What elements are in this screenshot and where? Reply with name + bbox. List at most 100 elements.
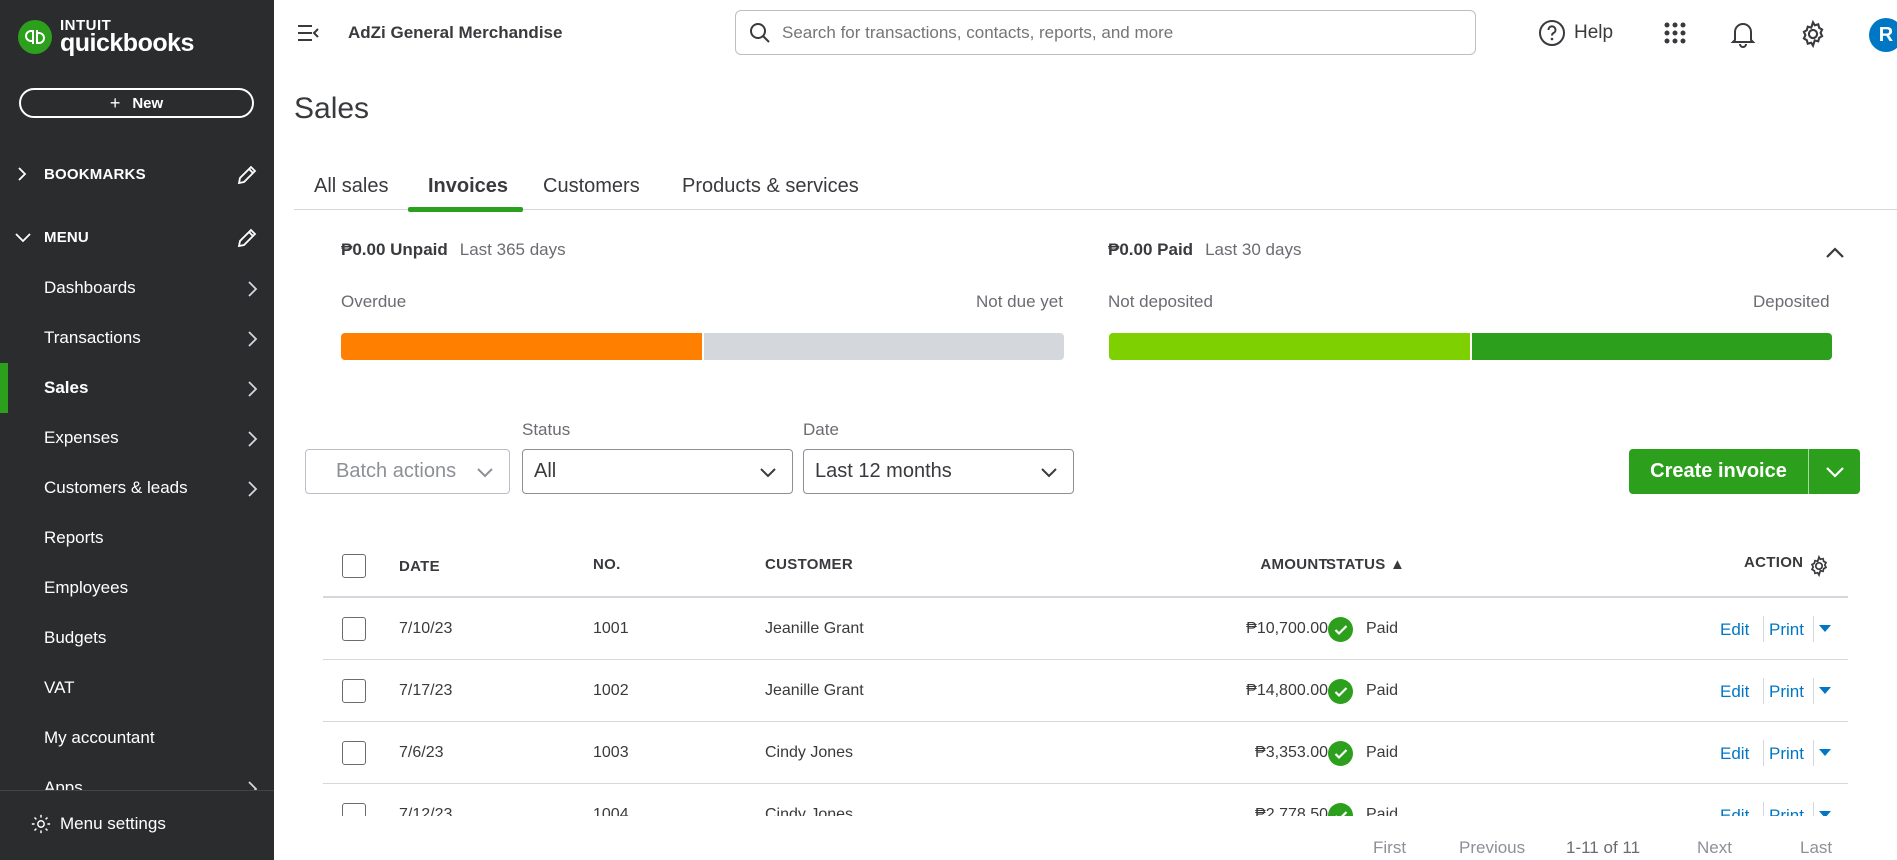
pagination-previous[interactable]: Previous [1459, 838, 1525, 858]
invoice-date: 7/10/23 [399, 620, 453, 637]
tab-invoices[interactable]: Invoices [428, 175, 508, 198]
sidebar-item-reports[interactable]: Reports [0, 513, 274, 563]
pagination-count: 1-11 of 11 [1566, 838, 1641, 857]
status-filter-select[interactable]: All [522, 449, 793, 494]
unpaid-bar[interactable] [341, 333, 1064, 360]
paid-period: Last 30 days [1205, 240, 1302, 259]
batch-actions-label: Batch actions [336, 460, 457, 482]
paid-check-icon [1328, 679, 1353, 704]
paid-check-icon [1328, 803, 1353, 816]
action-divider [1813, 616, 1814, 642]
paid-check-icon [1328, 741, 1353, 766]
row-actions-caret-icon[interactable] [1819, 749, 1831, 757]
bell-icon[interactable] [1730, 20, 1756, 48]
invoice-number: 1004 [593, 806, 629, 816]
app-root: INTUIT quickbooks + New BOOKMARKS MENU D… [0, 0, 1897, 860]
row-actions-caret-icon[interactable] [1819, 625, 1831, 633]
sidebar-item-transactions[interactable]: Transactions [0, 313, 274, 363]
bookmarks-section[interactable]: BOOKMARKS [0, 154, 274, 194]
chevron-right-icon [248, 281, 258, 297]
overdue-label: Overdue [341, 292, 407, 311]
sidebar-item-my-accountant[interactable]: My accountant [0, 713, 274, 763]
row-checkbox[interactable] [342, 803, 366, 816]
create-invoice-split-button: Create invoice [1629, 449, 1860, 494]
search-bar[interactable] [735, 10, 1476, 55]
create-invoice-dropdown[interactable] [1809, 464, 1860, 480]
chevron-down-icon [15, 233, 31, 243]
edit-link[interactable]: Edit [1720, 682, 1749, 702]
sidebar-item-employees[interactable]: Employees [0, 563, 274, 613]
bookmarks-label: BOOKMARKS [44, 165, 146, 183]
table-row[interactable]: 7/10/23 1001 Jeanille Grant ₱10,700.00 Paid E… [323, 598, 1848, 660]
paid-summary: ₱0.00 Paid Last 30 days [1108, 240, 1301, 260]
overdue-bar-segment[interactable] [341, 333, 702, 360]
sidebar-item-label: Customers & leads [44, 478, 188, 497]
tab-products-services[interactable]: Products & services [682, 175, 859, 198]
settings-gear-icon[interactable] [1799, 20, 1827, 48]
pagination-next[interactable]: Next [1697, 838, 1732, 858]
chevron-down-icon [760, 468, 776, 478]
row-checkbox[interactable] [342, 741, 366, 765]
tab-all-sales[interactable]: All sales [314, 175, 388, 198]
date-filter-value: Last 12 months [815, 460, 952, 482]
edit-bookmarks-pencil-icon[interactable] [236, 164, 258, 186]
batch-actions-dropdown[interactable]: Batch actions [305, 449, 510, 494]
print-link[interactable]: Print [1769, 806, 1804, 816]
sidebar-item-label: Budgets [44, 628, 107, 647]
edit-menu-pencil-icon[interactable] [236, 227, 258, 249]
menu-section[interactable]: MENU [0, 217, 274, 257]
row-checkbox[interactable] [342, 679, 366, 703]
sidebar-item-customers-leads[interactable]: Customers & leads [0, 463, 274, 513]
sales-tabs: All sales Invoices Customers Products & … [294, 170, 1897, 210]
chevron-up-icon[interactable] [1824, 242, 1846, 264]
not-due-bar-segment[interactable] [704, 333, 1064, 360]
paid-bar[interactable] [1109, 333, 1832, 360]
invoice-table-body: 7/10/23 1001 Jeanille Grant ₱10,700.00 Paid E… [274, 530, 1897, 816]
apps-grid-icon[interactable] [1662, 20, 1688, 46]
page-title: Sales [294, 92, 370, 125]
chevron-right-icon [248, 381, 258, 397]
print-link[interactable]: Print [1769, 620, 1804, 640]
edit-link[interactable]: Edit [1720, 806, 1749, 816]
create-invoice-button[interactable]: Create invoice [1629, 460, 1808, 483]
sidebar-item-dashboards[interactable]: Dashboards [0, 263, 274, 313]
sidebar-item-expenses[interactable]: Expenses [0, 413, 274, 463]
collapse-menu-icon[interactable] [296, 22, 320, 44]
row-actions-caret-icon[interactable] [1819, 687, 1831, 695]
sidebar-item-label: Dashboards [44, 278, 136, 297]
edit-link[interactable]: Edit [1720, 744, 1749, 764]
qb-logo-icon [18, 20, 52, 54]
action-divider [1813, 802, 1814, 816]
help-button[interactable]: Help [1538, 19, 1613, 47]
table-row[interactable]: 7/12/23 1004 Cindy Jones ₱2,778.50 Paid Edit P… [323, 784, 1848, 816]
quickbooks-logo[interactable]: INTUIT quickbooks [18, 18, 194, 56]
row-checkbox[interactable] [342, 617, 366, 641]
menu-settings-label: Menu settings [60, 814, 166, 833]
edit-link[interactable]: Edit [1720, 620, 1749, 640]
tab-customers[interactable]: Customers [543, 175, 640, 198]
new-button[interactable]: + New [19, 88, 254, 118]
sidebar-item-sales[interactable]: Sales [0, 363, 274, 413]
search-input[interactable] [782, 22, 1442, 43]
user-avatar[interactable]: R [1869, 18, 1897, 52]
help-label: Help [1574, 22, 1614, 43]
search-icon [750, 22, 770, 43]
row-actions-caret-icon[interactable] [1819, 811, 1831, 816]
deposited-bar-segment[interactable] [1472, 333, 1832, 360]
not-deposited-bar-segment[interactable] [1109, 333, 1470, 360]
menu-settings-button[interactable]: Menu settings [30, 813, 166, 835]
table-row[interactable]: 7/6/23 1003 Cindy Jones ₱3,353.00 Paid Edit Pr… [323, 722, 1848, 784]
pagination-first[interactable]: First [1373, 838, 1406, 858]
chevron-right-icon [18, 167, 27, 181]
invoice-customer: Jeanille Grant [765, 682, 864, 699]
table-row[interactable]: 7/17/23 1002 Jeanille Grant ₱14,800.00 Paid E… [323, 660, 1848, 722]
date-filter-select[interactable]: Last 12 months [803, 449, 1074, 494]
pagination-last[interactable]: Last [1800, 838, 1832, 858]
chevron-down-icon [1041, 468, 1057, 478]
invoice-status: Paid [1366, 682, 1399, 699]
sidebar-item-vat[interactable]: VAT [0, 663, 274, 713]
print-link[interactable]: Print [1769, 682, 1804, 702]
sidebar-item-budgets[interactable]: Budgets [0, 613, 274, 663]
paid-amount: ₱0.00 Paid [1108, 240, 1194, 259]
print-link[interactable]: Print [1769, 744, 1804, 764]
